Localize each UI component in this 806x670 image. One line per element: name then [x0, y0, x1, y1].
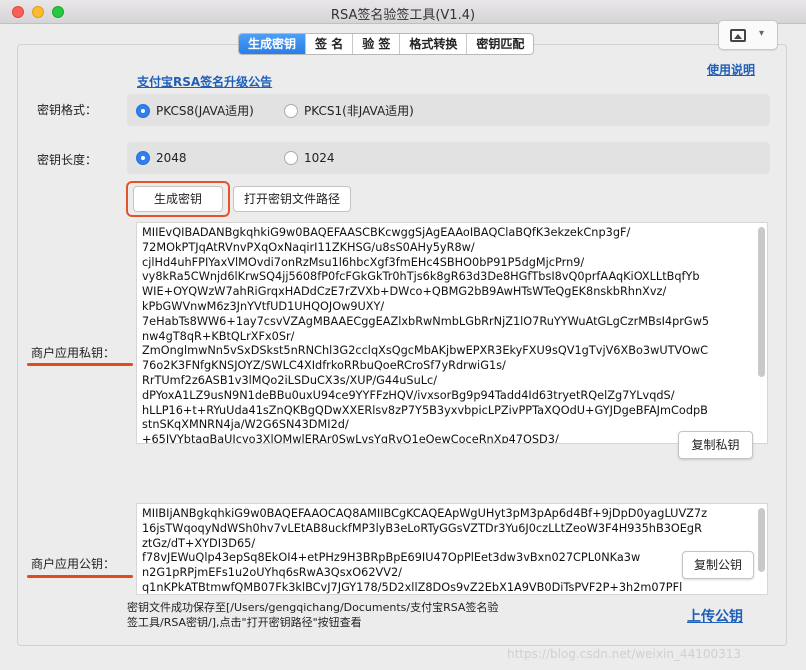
picture-icon — [730, 29, 746, 42]
upload-public-key-link[interactable]: 上传公钥 — [687, 606, 743, 626]
tab-key-match[interactable]: 密钥匹配 — [467, 34, 533, 54]
tab-format-convert[interactable]: 格式转换 — [400, 34, 468, 54]
tab-generate-key[interactable]: 生成密钥 — [239, 34, 307, 54]
chevron-down-icon: ▾ — [759, 28, 765, 39]
open-key-path-button[interactable]: 打开密钥文件路径 — [233, 186, 351, 212]
private-key-textarea[interactable]: MIIEvQIBADANBgkqhkiG9w0BAQEFAASCBKcwggSj… — [136, 222, 768, 444]
key-length-group — [127, 142, 770, 174]
radio-2048[interactable]: 2048 — [136, 151, 187, 165]
key-length-label: 密钥长度： — [37, 153, 98, 167]
radio-pkcs1-label: PKCS1(非JAVA适用) — [304, 104, 414, 118]
title-bar: RSA签名验签工具(V1.4) — [0, 0, 806, 24]
help-link[interactable]: 使用说明 — [707, 61, 755, 78]
private-key-label: 商户应用私钥： — [31, 346, 116, 360]
radio-pkcs1[interactable]: PKCS1(非JAVA适用) — [284, 102, 414, 119]
tab-verify[interactable]: 验 签 — [353, 34, 401, 54]
generate-key-button[interactable]: 生成密钥 — [133, 186, 223, 212]
radio-1024[interactable]: 1024 — [284, 151, 335, 165]
public-key-scrollbar[interactable] — [758, 508, 765, 572]
copy-private-key-button[interactable]: 复制私钥 — [678, 431, 753, 459]
app-window: RSA签名验签工具(V1.4) 生成密钥 签 名 验 签 格式转换 密钥匹配 ▾… — [0, 0, 806, 670]
save-path-status: 密钥文件成功保存至[/Users/gengqichang/Documents/支… — [127, 601, 499, 629]
radio-1024-label: 1024 — [304, 151, 335, 165]
radio-dot — [136, 151, 150, 165]
radio-dot — [136, 103, 150, 118]
private-key-scrollbar[interactable] — [758, 227, 765, 377]
upgrade-notice-link[interactable]: 支付宝RSA签名升级公告 — [137, 73, 272, 90]
private-key-annotation — [27, 363, 133, 366]
radio-dot — [284, 151, 298, 165]
private-key-text: MIIEvQIBADANBgkqhkiG9w0BAQEFAASCBKcwggSj… — [142, 226, 710, 444]
radio-2048-label: 2048 — [156, 151, 187, 165]
tab-bar: 生成密钥 签 名 验 签 格式转换 密钥匹配 — [238, 33, 535, 55]
copy-public-key-button[interactable]: 复制公钥 — [682, 551, 754, 579]
public-key-label: 商户应用公钥： — [31, 557, 116, 571]
radio-pkcs8-label: PKCS8(JAVA适用) — [156, 104, 254, 118]
public-key-text: MIIBIjANBgkqhkiG9w0BAQEFAAOCAQ8AMIIBCgKC… — [142, 507, 708, 594]
public-key-annotation — [27, 575, 133, 578]
window-title: RSA签名验签工具(V1.4) — [330, 8, 476, 23]
image-menu-button[interactable]: ▾ — [718, 20, 778, 50]
public-key-textarea[interactable]: MIIBIjANBgkqhkiG9w0BAQEFAAOCAQ8AMIIBCgKC… — [136, 503, 768, 595]
radio-pkcs8[interactable]: PKCS8(JAVA适用) — [136, 102, 254, 119]
key-format-label: 密钥格式： — [37, 103, 98, 117]
watermark-text: https://blog.csdn.net/weixin_44100313 — [507, 647, 742, 661]
radio-dot — [284, 103, 298, 118]
tab-sign[interactable]: 签 名 — [306, 34, 354, 54]
